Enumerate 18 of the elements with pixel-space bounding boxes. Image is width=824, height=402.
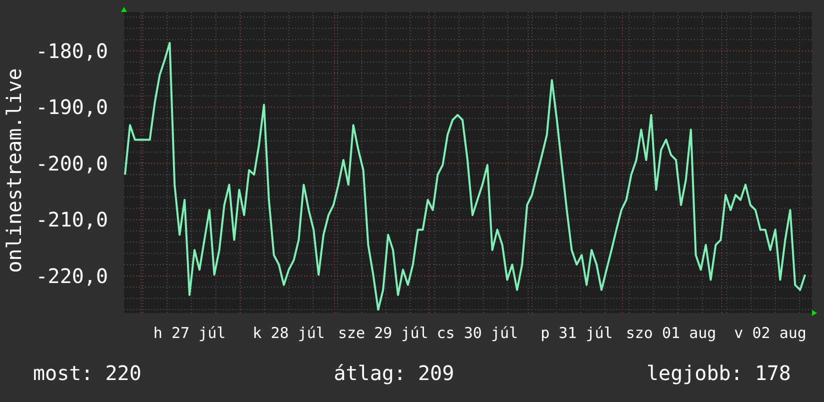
x-tick-label: cs 30 júl bbox=[436, 324, 518, 342]
y-tick-label: -220,0 bbox=[36, 264, 108, 288]
y-tick-label: -190,0 bbox=[36, 95, 108, 120]
axis-arrow-icon bbox=[121, 7, 127, 12]
x-tick-label: p 31 júl bbox=[540, 324, 613, 342]
x-tick-label: k 28 júl bbox=[252, 324, 325, 342]
stat-text: átlag: 209 bbox=[334, 360, 454, 387]
y-tick-label: -180,0 bbox=[36, 38, 108, 63]
x-tick-label: sze 29 júl bbox=[338, 324, 428, 342]
axis-title: onlinestream.live bbox=[2, 68, 26, 273]
axis-arrow-icon bbox=[812, 310, 817, 316]
x-tick-label: h 27 júl bbox=[153, 324, 226, 342]
stat-text: most: 220 bbox=[33, 360, 142, 387]
y-tick-label: -200,0 bbox=[36, 151, 108, 176]
y-tick-label: -210,0 bbox=[36, 208, 108, 232]
x-tick-label: szo 01 aug bbox=[626, 324, 716, 342]
stat-text: legjobb: 178 bbox=[646, 360, 791, 387]
x-tick-label: v 02 aug bbox=[734, 324, 806, 342]
